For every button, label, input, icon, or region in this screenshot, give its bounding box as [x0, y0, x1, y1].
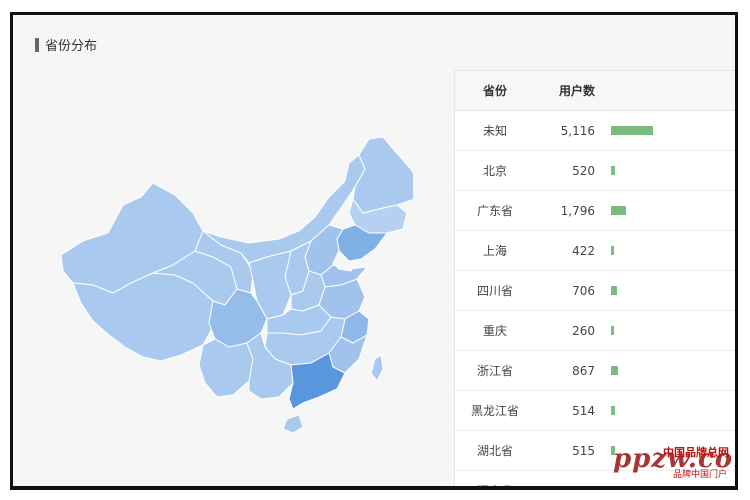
table-row[interactable]: 广东省 1,796 [455, 191, 735, 231]
cell-bar [597, 246, 735, 255]
cell-bar [597, 366, 735, 375]
cell-province: 湖北省 [476, 444, 513, 458]
cell-users: 1,796 [560, 203, 595, 218]
user-share-bar [611, 126, 653, 135]
panel: 省份分布 省份 用户数 未知 5,116 北京 520 广东省 1,796 上海… [10, 12, 738, 490]
user-share-bar [611, 406, 615, 415]
cell-bar [597, 406, 735, 415]
header-province[interactable]: 省份 [455, 82, 535, 99]
cell-province: 辽宁省 [455, 482, 535, 486]
user-share-bar [611, 486, 617, 490]
table-row[interactable]: 上海 422 [455, 231, 735, 271]
section-title: 省份分布 [45, 39, 98, 54]
cell-users: 260 [572, 323, 595, 338]
cell-users: 738 [535, 484, 597, 487]
user-share-bar [611, 166, 615, 175]
map-region-yunnan[interactable] [198, 338, 254, 398]
cell-bar [597, 326, 735, 335]
cell-users: 520 [572, 163, 595, 178]
cell-province: 四川省 [476, 284, 513, 298]
watermark: ppzw.com 中国品牌总网 品牌中国门户 [613, 444, 735, 480]
section-header: 省份分布 [35, 35, 97, 54]
table-row[interactable]: 黑龙江省 514 [455, 391, 735, 431]
cell-province: 重庆 [482, 324, 507, 338]
table-header: 省份 用户数 [455, 71, 735, 111]
cell-province: 广东省 [476, 204, 513, 218]
user-share-bar [611, 246, 614, 255]
watermark-cn: 中国品牌总网 [663, 446, 729, 459]
cell-bar [597, 286, 735, 295]
cell-users: 514 [572, 403, 595, 418]
cell-bar [597, 486, 738, 490]
map-region-heilongjiang[interactable] [352, 136, 413, 214]
user-share-bar [611, 206, 626, 215]
cell-bar [597, 166, 735, 175]
cell-users: 5,116 [560, 123, 595, 138]
cell-province: 未知 [482, 124, 507, 138]
cell-province: 黑龙江省 [470, 404, 519, 418]
cell-bar [597, 206, 735, 215]
map-region-hainan[interactable] [282, 414, 304, 434]
china-map[interactable] [53, 133, 413, 453]
province-table: 省份 用户数 未知 5,116 北京 520 广东省 1,796 上海 422 四川省 706 重庆… [454, 70, 738, 490]
cell-users: 706 [572, 283, 595, 298]
cell-users: 422 [572, 243, 595, 258]
table-row[interactable]: 重庆 260 [455, 311, 735, 351]
title-accent-bar [35, 37, 39, 52]
cell-bar [597, 126, 735, 135]
cell-province: 北京 [482, 164, 507, 178]
table-body: 未知 5,116 北京 520 广东省 1,796 上海 422 四川省 706 重庆 260 浙江省 8… [455, 111, 738, 490]
user-share-bar [611, 366, 618, 375]
header-users[interactable]: 用户数 [535, 82, 597, 99]
cell-province: 上海 [482, 244, 507, 258]
cell-users: 515 [572, 443, 595, 458]
table-row[interactable]: 浙江省 867 [455, 351, 735, 391]
table-row[interactable]: 未知 5,116 [455, 111, 735, 151]
table-row[interactable]: 四川省 706 [455, 271, 735, 311]
user-share-bar [611, 326, 614, 335]
map-region-tibet[interactable] [72, 272, 216, 362]
user-share-bar [611, 286, 617, 295]
cell-province: 浙江省 [476, 364, 513, 378]
map-region-taiwan[interactable] [370, 354, 384, 382]
watermark-sub: 品牌中国门户 [672, 470, 727, 480]
cell-users: 867 [572, 363, 595, 378]
table-row[interactable]: 北京 520 [455, 151, 735, 191]
